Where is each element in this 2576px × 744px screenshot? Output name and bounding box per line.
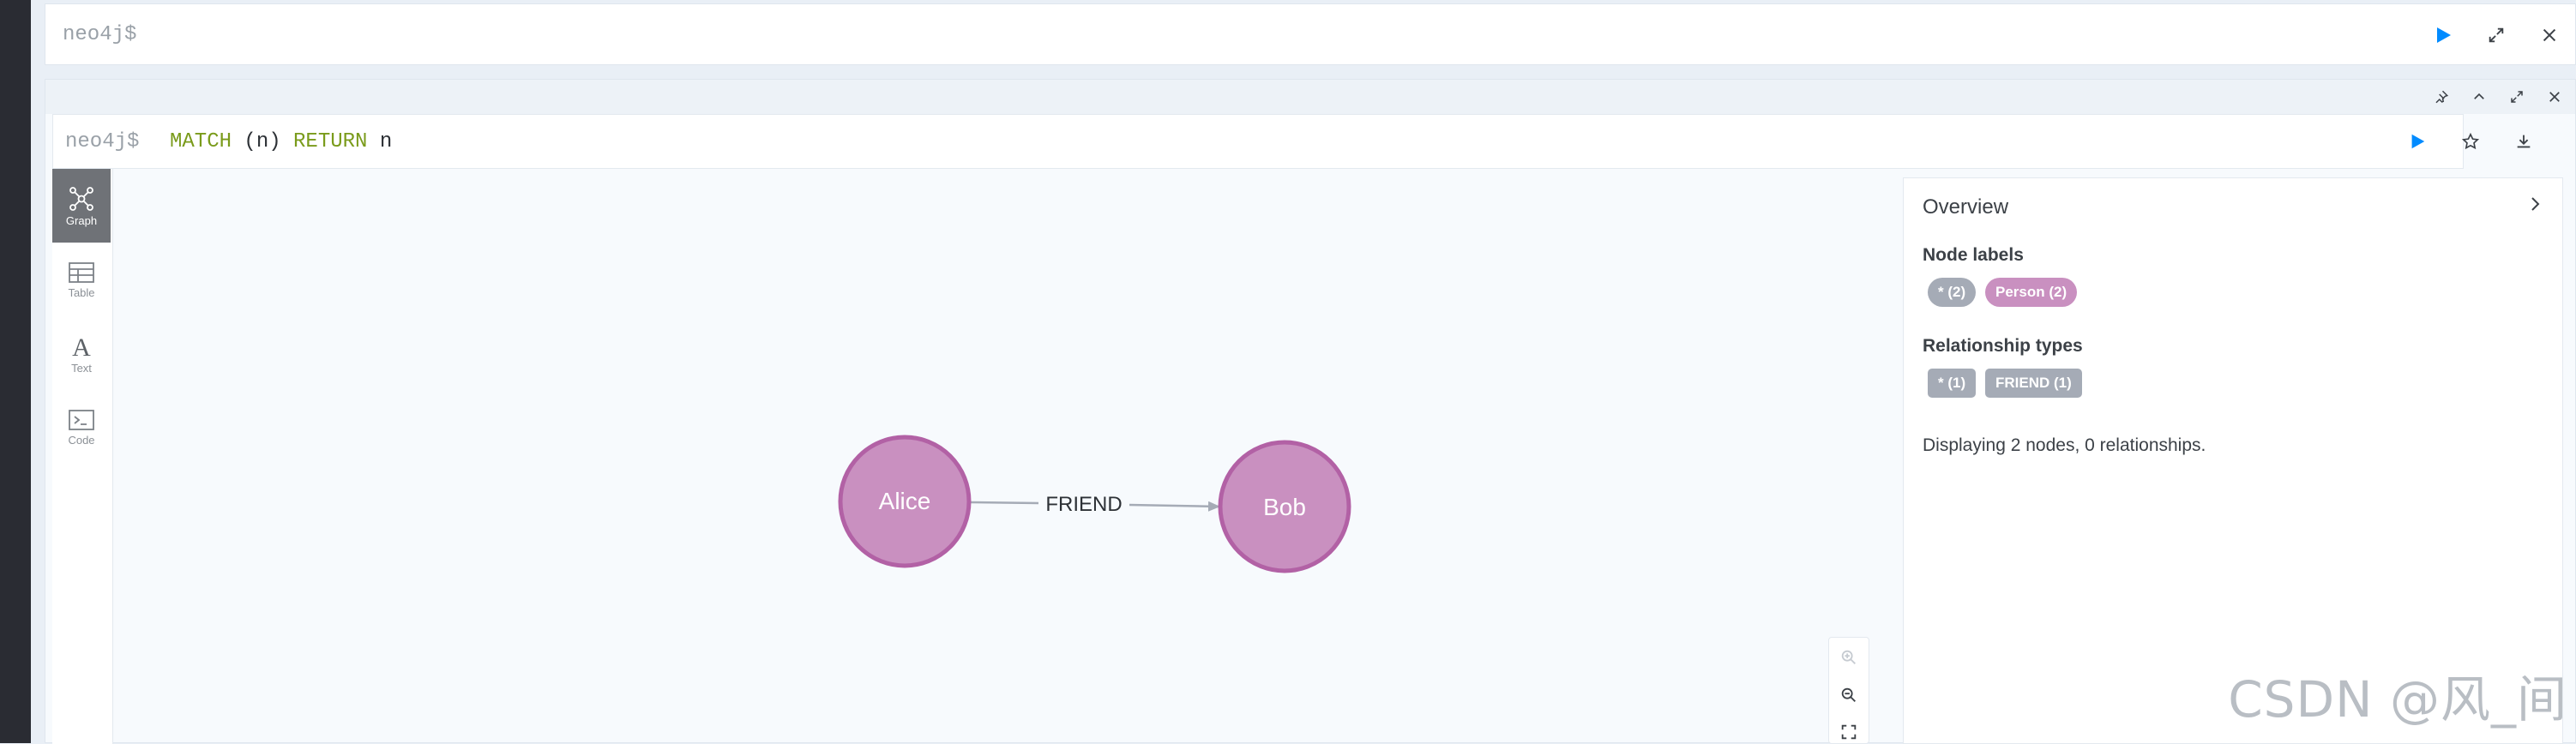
rel-type-chip-all[interactable]: * (1) — [1928, 369, 1977, 398]
star-icon[interactable] — [2459, 129, 2483, 153]
download-icon[interactable] — [2512, 129, 2536, 153]
overview-title: Overview — [1923, 195, 2009, 219]
tab-graph[interactable]: Graph — [52, 169, 111, 243]
fit-icon[interactable] — [1837, 721, 1861, 743]
left-rail — [0, 0, 31, 743]
node-bob-label: Bob — [1263, 494, 1306, 520]
chevron-up-icon[interactable] — [2469, 87, 2489, 107]
relationship-types-heading: Relationship types — [1923, 336, 2083, 356]
expand-icon[interactable] — [2484, 23, 2508, 47]
zoom-out-icon[interactable] — [1837, 684, 1861, 706]
node-label-chip-person[interactable]: Person (2) — [1985, 278, 2078, 307]
rel-type-chip-friend[interactable]: FRIEND (1) — [1985, 369, 2082, 398]
relationship-line-a[interactable] — [969, 501, 1039, 505]
fullscreen-icon[interactable] — [2507, 87, 2527, 107]
frame-query-editor[interactable]: neo4j$ MATCH (n) RETURN n — [52, 114, 2464, 169]
node-label-chip-all[interactable]: * (2) — [1928, 278, 1977, 307]
view-tabs: Graph Table A Text Code — [52, 169, 113, 744]
frame-close-icon[interactable] — [2544, 87, 2565, 107]
chevron-right-icon[interactable] — [2523, 192, 2547, 216]
text-icon: A — [72, 333, 91, 360]
table-icon — [69, 261, 94, 283]
close-icon[interactable] — [2537, 23, 2561, 47]
node-bob[interactable]: Bob — [1218, 440, 1351, 573]
rerun-icon[interactable] — [2405, 129, 2429, 153]
query-return-var: n — [367, 130, 393, 153]
query-pattern: (n) — [232, 130, 294, 153]
graph-icon — [69, 186, 93, 211]
frame-header — [45, 80, 2575, 114]
tab-text[interactable]: A Text — [52, 316, 111, 390]
node-labels-heading: Node labels — [1923, 245, 2024, 265]
keyword-match: MATCH — [170, 130, 232, 153]
relationship-line-b[interactable] — [1129, 501, 1220, 512]
tab-table-label: Table — [68, 285, 95, 299]
relationship-label: FRIEND — [1045, 493, 1122, 516]
frame-prompt: neo4j$ — [65, 130, 140, 153]
code-icon — [69, 409, 94, 430]
query-text: MATCH (n) RETURN n — [170, 130, 392, 153]
tab-graph-label: Graph — [65, 213, 98, 227]
tab-code-label: Code — [68, 433, 95, 447]
node-alice-label: Alice — [879, 488, 931, 514]
tab-text-label: Text — [71, 361, 92, 375]
pin-icon[interactable] — [2431, 87, 2452, 107]
watermark: CSDN @风_间 — [2228, 670, 2567, 729]
tab-table[interactable]: Table — [52, 243, 111, 316]
graph-canvas[interactable]: FRIEND Alice Bob — [112, 169, 1947, 744]
tab-code[interactable]: Code — [52, 390, 111, 464]
top-query-editor[interactable]: neo4j$ — [45, 3, 2576, 65]
svg-text:A: A — [72, 333, 91, 360]
editor-prompt: neo4j$ — [63, 23, 137, 46]
display-status: Displaying 2 nodes, 0 relationships. — [1923, 435, 2206, 455]
run-icon[interactable] — [2431, 23, 2455, 47]
result-frame: neo4j$ MATCH (n) RETURN n Graph Table A … — [45, 79, 2576, 744]
zoom-in-icon[interactable] — [1837, 646, 1861, 669]
keyword-return: RETURN — [293, 130, 368, 153]
node-alice[interactable]: Alice — [838, 435, 972, 568]
zoom-controls — [1828, 637, 1869, 744]
